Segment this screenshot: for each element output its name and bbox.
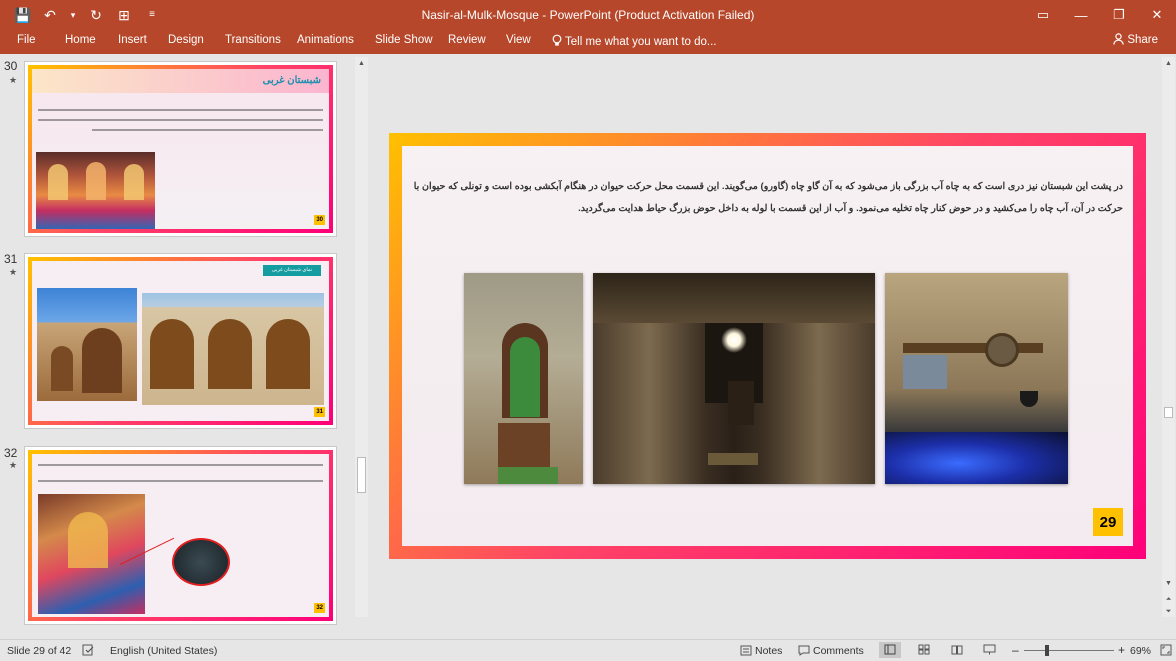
- photo-tunnel: [593, 273, 875, 484]
- animation-star-icon: ★: [9, 460, 18, 470]
- thumb-page-badge: 30: [314, 215, 325, 225]
- tab-review[interactable]: Review: [448, 34, 486, 46]
- notes-button[interactable]: Notes: [755, 645, 782, 657]
- slide-thumbnail-pane: 30 ★ شبستان غربی 30 31 ★ نمای شبستان غرب…: [0, 56, 350, 639]
- share-button[interactable]: Share: [1113, 33, 1158, 46]
- thumb-photo-arcade: [37, 288, 137, 401]
- thumbnail-scrollbar[interactable]: ▲: [355, 57, 368, 617]
- photo-well-wheel: [885, 273, 1068, 484]
- zoom-slider-thumb[interactable]: [1045, 645, 1049, 656]
- spelling-check-icon[interactable]: [82, 644, 95, 656]
- next-slide-icon[interactable]: ⏷: [1162, 605, 1175, 618]
- animation-star-icon: ★: [9, 267, 18, 277]
- photo-arched-doorway: [464, 273, 583, 484]
- slide-thumbnail-31[interactable]: نمای شبستان غربی 31: [24, 253, 337, 429]
- minimize-button[interactable]: —: [1062, 0, 1100, 30]
- animation-star-icon: ★: [9, 75, 18, 85]
- window-title: Nasir-al-Mulk-Mosque - PowerPoint (Produ…: [421, 8, 755, 22]
- thumb-caption: نمای شبستان غربی: [263, 265, 321, 276]
- scroll-up-arrow-icon[interactable]: ▲: [355, 57, 368, 70]
- thumb-text-line: [38, 109, 323, 111]
- tab-transitions[interactable]: Transitions: [225, 34, 281, 46]
- share-label: Share: [1127, 34, 1158, 46]
- zoom-in-button[interactable]: +: [1118, 643, 1125, 657]
- tab-file[interactable]: File: [17, 34, 36, 46]
- slide-thumbnail-30[interactable]: شبستان غربی 30: [24, 61, 337, 237]
- fit-to-window-icon[interactable]: [1160, 644, 1172, 656]
- tab-design[interactable]: Design: [168, 34, 204, 46]
- thumb-text-line: [38, 480, 323, 482]
- status-bar: Slide 29 of 42 English (United States) N…: [0, 639, 1176, 661]
- slide-counter: Slide 29 of 42: [7, 645, 72, 657]
- scroll-thumb[interactable]: [357, 457, 366, 493]
- slide-page-number: 29: [1093, 508, 1123, 536]
- thumb-photo-facade: [142, 293, 324, 405]
- ribbon-display-options-icon[interactable]: ▭: [1024, 0, 1062, 30]
- thumb-title: شبستان غربی: [262, 75, 321, 86]
- tab-home[interactable]: Home: [65, 34, 96, 46]
- tab-animations[interactable]: Animations: [297, 34, 354, 46]
- thumb-photo-stained-glass: [38, 494, 145, 614]
- reading-view-icon[interactable]: [951, 644, 963, 655]
- thumb-zoom-circle: [172, 538, 230, 586]
- close-button[interactable]: ✕: [1138, 0, 1176, 30]
- tab-slide-show[interactable]: Slide Show: [375, 34, 433, 46]
- scroll-up-arrow-icon[interactable]: ▲: [1162, 57, 1175, 70]
- lightbulb-icon: [552, 34, 562, 46]
- thumb-text-line: [92, 129, 323, 131]
- thumb-text-line: [38, 119, 323, 121]
- thumb-text-line: [38, 464, 323, 466]
- language-indicator[interactable]: English (United States): [110, 645, 217, 657]
- notes-icon: [740, 645, 752, 656]
- slide-number: 30: [4, 59, 18, 73]
- current-slide[interactable]: در پشت این شبستان نیز دری است که به چاه …: [389, 133, 1146, 559]
- zoom-out-button[interactable]: –: [1012, 643, 1019, 657]
- comments-button[interactable]: Comments: [813, 645, 864, 657]
- slideshow-icon[interactable]: [983, 644, 996, 655]
- thumb-page-badge: 31: [314, 407, 325, 417]
- zoom-slider[interactable]: [1024, 650, 1114, 651]
- tab-view[interactable]: View: [506, 34, 531, 46]
- slide-body-text: در پشت این شبستان نیز دری است که به چاه …: [413, 181, 1123, 214]
- person-icon: [1113, 33, 1124, 45]
- thumb-photo-colored-glass: [36, 152, 155, 229]
- thumb-page-badge: 32: [314, 603, 325, 613]
- slide-number: 31: [4, 252, 18, 266]
- scroll-down-arrow-icon[interactable]: ▼: [1162, 577, 1175, 590]
- zoom-level[interactable]: 69%: [1130, 645, 1151, 657]
- ribbon-tabs: File Home Insert Design Transitions Anim…: [0, 30, 1176, 54]
- tell-me-box[interactable]: Tell me what you want to do...: [552, 34, 717, 48]
- title-bar: 💾 ↶ ▾ ↻ ⊞ ≡ Nasir-al-Mulk-Mosque - Power…: [0, 0, 1176, 30]
- tab-insert[interactable]: Insert: [118, 34, 147, 46]
- restore-button[interactable]: ❐: [1100, 0, 1138, 30]
- scroll-thumb[interactable]: [1164, 407, 1173, 418]
- comments-icon: [798, 645, 810, 656]
- slide-thumbnail-32[interactable]: 32: [24, 446, 337, 625]
- tell-me-text: Tell me what you want to do...: [565, 36, 717, 48]
- slide-sorter-icon[interactable]: [918, 644, 930, 655]
- slide-number: 32: [4, 446, 18, 460]
- slide-scrollbar[interactable]: ▲ ▼ ⏶ ⏷: [1162, 57, 1175, 617]
- normal-view-icon: [884, 644, 896, 655]
